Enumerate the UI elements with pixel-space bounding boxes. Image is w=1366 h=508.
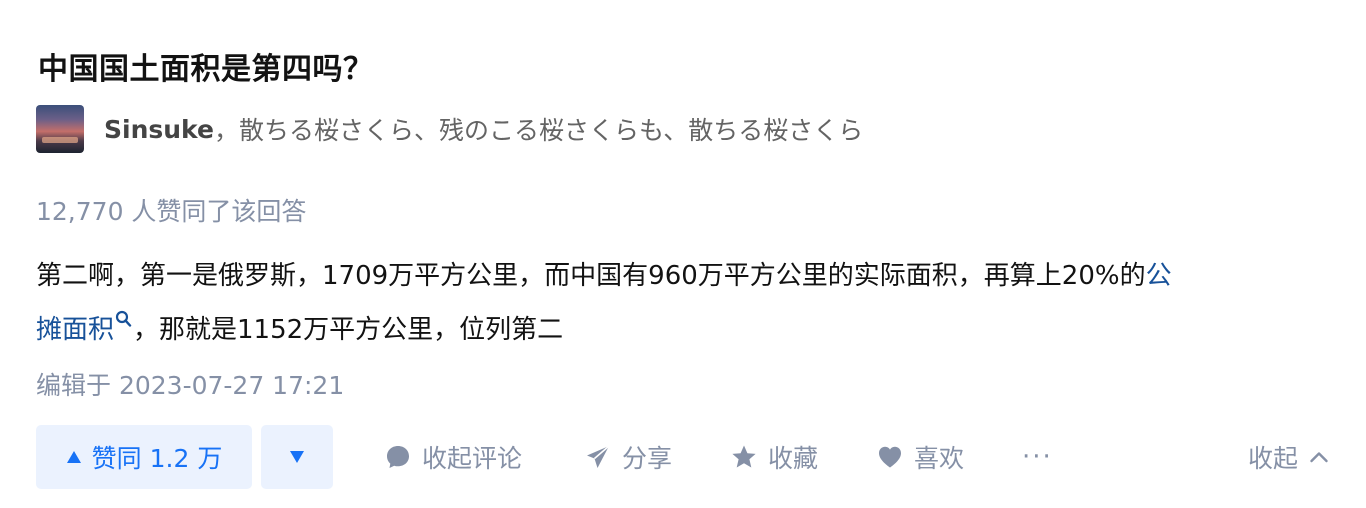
comment-bubble-icon (387, 446, 409, 468)
answer-line-1: 第二啊，第一是俄罗斯，1709万平方公里，而中国有960万平方公里的实际面积，再… (36, 253, 1334, 299)
comment-button[interactable]: 收起评论 (384, 425, 522, 489)
triangle-down-icon (290, 451, 304, 463)
question-title[interactable]: 中国国土面积是第四吗？ (38, 44, 374, 88)
edit-time[interactable]: 编辑于 2023-07-27 17:21 (36, 366, 344, 402)
answer-content: 第二啊，第一是俄罗斯，1709万平方公里，而中国有960万平方公里的实际面积，再… (36, 253, 1334, 353)
chevron-up-icon (1310, 452, 1328, 463)
collect-label: 收藏 (768, 444, 819, 473)
author-separator: ， (213, 116, 239, 145)
star-icon (732, 445, 756, 468)
author-name[interactable]: Sinsuke (104, 115, 214, 144)
more-button[interactable]: ··· (1022, 425, 1053, 489)
author-bio: 散ちる桜さくら、残のこる桜さくらも、散ちる桜さくら (238, 116, 864, 145)
share-label: 分享 (622, 444, 673, 473)
collapse-button[interactable]: 收起 (1248, 425, 1330, 489)
answer-text-2: ，那就是1152万平方公里，位列第二 (133, 315, 564, 345)
collect-button[interactable]: 收藏 (730, 425, 818, 489)
triangle-up-icon (66, 451, 81, 463)
collapse-label: 收起 (1247, 444, 1298, 473)
keyword-link-end[interactable]: 摊面积 (36, 315, 114, 345)
downvote-button[interactable] (261, 425, 333, 489)
paper-plane-icon (587, 445, 610, 468)
comment-label: 收起评论 (422, 444, 523, 473)
share-button[interactable]: 分享 (584, 425, 672, 489)
upvote-button[interactable]: 赞同 1.2 万 (36, 425, 252, 489)
action-bar: 赞同 1.2 万 收起评论 分享 收藏 喜欢 ··· 收起 (36, 425, 1330, 489)
answer-card: 中国国土面积是第四吗？ Sinsuke ， 散ちる桜さくら、残のこる桜さくらも、… (36, 0, 1330, 508)
more-label: ··· (1022, 442, 1053, 472)
like-button[interactable]: 喜欢 (876, 425, 964, 489)
upvote-count: 12,770 人赞同了该回答 (36, 197, 307, 226)
like-label: 喜欢 (914, 444, 965, 473)
author-avatar[interactable] (36, 105, 84, 153)
answer-line-2: 摊面积 ，那就是1152万平方公里，位列第二 (36, 299, 1334, 353)
answer-text-1: 第二啊，第一是俄罗斯，1709万平方公里，而中国有960万平方公里的实际面积，再… (36, 261, 1146, 291)
heart-icon (879, 446, 901, 468)
upvote-label: 赞同 1.2 万 (91, 444, 223, 473)
author-info: Sinsuke ， 散ちる桜さくら、残のこる桜さくらも、散ちる桜さくら (36, 104, 863, 154)
keyword-link-start[interactable]: 公 (1146, 261, 1172, 291)
search-icon[interactable] (115, 299, 133, 327)
